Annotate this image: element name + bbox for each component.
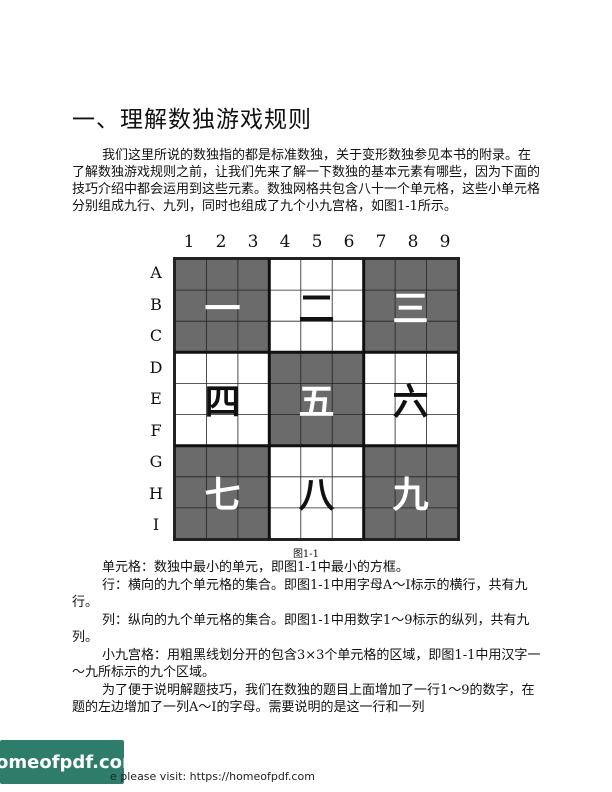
- row-label: F: [150, 420, 162, 440]
- intro-paragraph: 我们这里所说的数独指的都是标准数独，关于变形数独参见本书的附录。在了解数独游戏规…: [72, 148, 541, 214]
- site-banner[interactable]: homeofpdf.com: [0, 740, 141, 784]
- box-label: 二: [298, 289, 335, 330]
- row-label: G: [149, 452, 163, 471]
- box-label: 九: [392, 475, 429, 516]
- column-labels: 1 2 3 4 5 6 7 8 9: [173, 232, 461, 254]
- column-label: 3: [247, 232, 259, 252]
- box-label: 六: [392, 382, 429, 423]
- box-label: 五: [298, 382, 335, 423]
- column-label: 5: [311, 232, 323, 252]
- figure-caption: 图1-1: [292, 549, 320, 560]
- sudoku-box: 三: [363, 259, 458, 353]
- row-label: E: [150, 389, 162, 408]
- row-label: C: [149, 326, 163, 345]
- box-label: 八: [298, 475, 335, 516]
- explanation-paragraph: 为了便于说明解题技巧，我们在数独的题目上面增加了一行1～9的数字，在题的左边增加…: [72, 683, 535, 715]
- sudoku-box: 五: [269, 352, 364, 446]
- sudoku-box: 四: [175, 352, 270, 446]
- box-label: 七: [204, 475, 241, 516]
- box-label: 四: [204, 382, 241, 423]
- box-label: 一: [204, 289, 241, 330]
- definition-box: 小九宫格：用粗黑线划分开的包含3×3个单元格的区域，即图1-1中用汉字一～九所标…: [72, 648, 541, 680]
- row-label: A: [150, 263, 162, 282]
- row-label: I: [152, 515, 160, 534]
- column-label: 2: [215, 232, 227, 252]
- sudoku-box: 八: [269, 445, 364, 539]
- sudoku-box: 九: [363, 445, 458, 539]
- definition-cell: 单元格：数独中最小的单元，即图1-1中最小的方框。: [102, 560, 409, 575]
- row-labels: A B C D E F G H I: [146, 257, 166, 541]
- column-label: 9: [439, 232, 451, 252]
- sudoku-box: 一: [175, 259, 270, 353]
- row-label: B: [150, 294, 162, 314]
- box-label: 三: [392, 289, 429, 330]
- definition-column: 列：纵向的九个单元格的集合。即图1-1中用数字1～9标示的纵列，共有九列。: [72, 613, 530, 645]
- sudoku-box: 六: [363, 352, 458, 446]
- sudoku-box: 七: [175, 445, 270, 539]
- row-label: H: [149, 483, 163, 503]
- column-label: 1: [183, 232, 195, 252]
- row-label: D: [149, 357, 163, 377]
- definition-row: 行：横向的九个单元格的集合。即图1-1中用字母A～I标示的横行，共有九行。: [72, 578, 528, 610]
- section-heading: 一、理解数独游戏规则: [72, 107, 312, 133]
- column-label: 6: [343, 232, 355, 252]
- column-label: 8: [407, 232, 419, 252]
- column-label: 7: [375, 232, 387, 252]
- sudoku-grid: 一 二 三 四 五 六 七 八 九: [173, 257, 460, 541]
- sudoku-box: 二: [269, 259, 364, 353]
- footer-note: e please visit: https://homeofpdf.com: [110, 770, 315, 783]
- column-label: 4: [279, 232, 291, 252]
